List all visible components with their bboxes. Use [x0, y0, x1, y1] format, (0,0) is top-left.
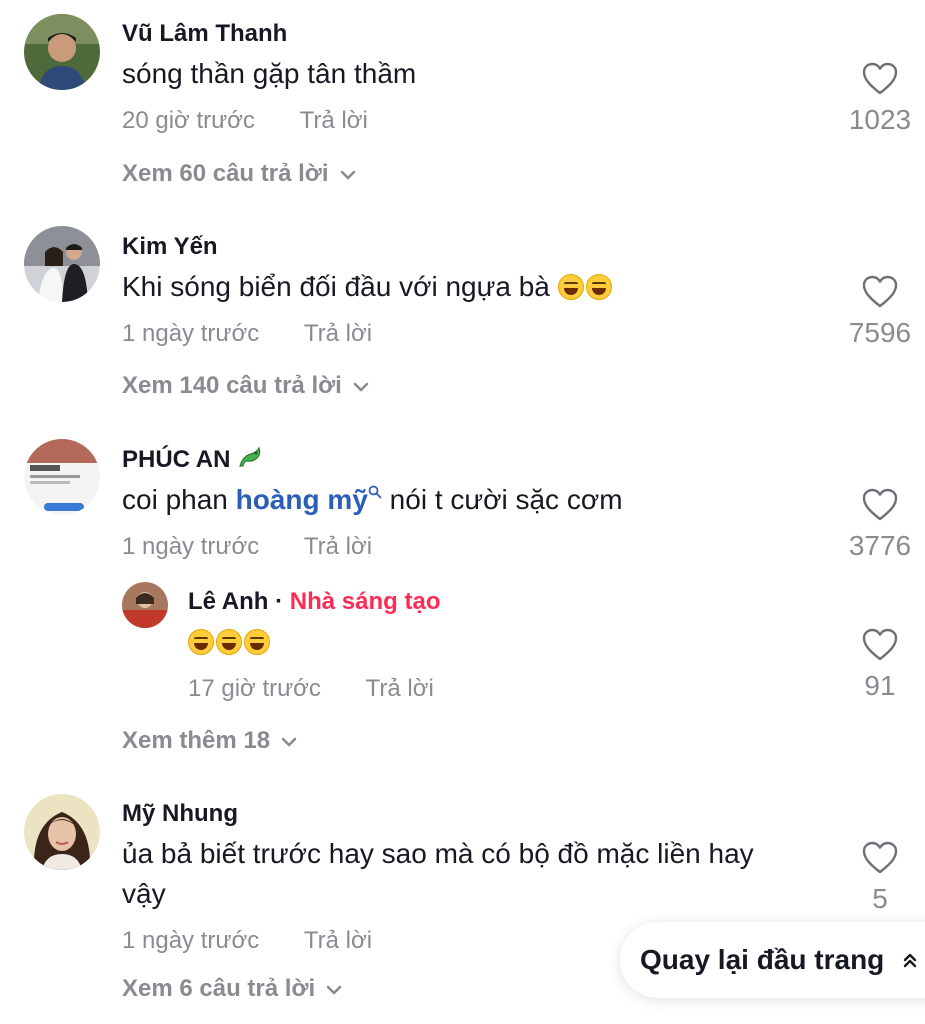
reply-button[interactable]: Trả lời: [300, 107, 368, 134]
chevron-down-icon: [353, 382, 369, 391]
username-text: PHÚC AN: [122, 446, 231, 473]
view-replies-label: Xem 140 câu trả lời: [122, 372, 342, 399]
comment-meta: 1 ngày trước Trả lời: [122, 927, 372, 955]
back-to-top-label: Quay lại đầu trang: [640, 944, 885, 975]
comment-text: sóng thần gặp tân thầm: [122, 58, 417, 89]
avatar[interactable]: [24, 226, 100, 302]
grinning-emoji-icon: [244, 629, 270, 655]
comment-text-line-2: vậy: [122, 878, 166, 909]
view-replies-label: Xem 60 câu trả lời: [122, 160, 329, 187]
heart-icon: [862, 841, 898, 874]
like-button[interactable]: 1023: [835, 62, 925, 136]
comment-meta: 1 ngày trước Trả lời: [122, 533, 372, 561]
grinning-emoji-icon: [188, 629, 214, 655]
comment-text-after: nói t cười sặc cơm: [389, 484, 623, 515]
like-button[interactable]: 5: [835, 841, 925, 915]
like-count: 3776: [848, 530, 912, 561]
avatar[interactable]: [24, 14, 100, 90]
view-replies-label: Xem 6 câu trả lời: [122, 975, 316, 1002]
search-icon: [368, 485, 382, 499]
username[interactable]: Kim Yến: [122, 233, 218, 261]
reply-button[interactable]: Trả lời: [304, 320, 372, 347]
reply-button[interactable]: Trả lời: [304, 533, 372, 560]
view-replies-button[interactable]: Xem 60 câu trả lời: [122, 160, 357, 188]
comment-text-before: coi phan: [122, 484, 228, 515]
double-chevron-up-icon: [904, 953, 917, 968]
heart-icon: [862, 275, 898, 308]
laughing-emoji-icon: [585, 274, 612, 300]
avatar[interactable]: [24, 439, 100, 515]
grinning-emoji-icon: [216, 629, 242, 655]
avatar[interactable]: [24, 794, 100, 870]
reply-text: [188, 622, 272, 662]
comment-time: 20 giờ trước: [122, 107, 255, 134]
view-more-button[interactable]: Xem thêm 18: [122, 727, 298, 755]
reply-button[interactable]: Trả lời: [304, 927, 372, 954]
view-replies-button[interactable]: Xem 6 câu trả lời: [122, 975, 343, 1003]
creator-badge: Nhà sáng tạo: [289, 588, 441, 615]
comment-text: coi phan hoàng mỹ nói t cười sặc cơm: [122, 480, 623, 520]
view-more-label: Xem thêm 18: [122, 727, 271, 754]
username[interactable]: Vũ Lâm Thanh: [122, 20, 287, 48]
comment-text-line-1: ủa bả biết trước hay sao mà có bộ đồ mặc…: [122, 838, 754, 869]
dragon-emoji-icon: [239, 446, 261, 467]
like-button[interactable]: 7596: [835, 275, 925, 349]
reply-avatar[interactable]: [122, 582, 168, 628]
reply-time: 17 giờ trước: [188, 675, 321, 702]
view-replies-button[interactable]: Xem 140 câu trả lời: [122, 372, 370, 400]
like-button[interactable]: 3776: [835, 488, 925, 562]
reply-meta: 17 giờ trước Trả lời: [188, 675, 434, 703]
heart-icon: [862, 628, 898, 661]
like-count: 7596: [848, 317, 912, 348]
mention-link[interactable]: hoàng mỹ: [236, 484, 382, 515]
username[interactable]: PHÚC AN: [122, 446, 263, 474]
comment-time: 1 ngày trước: [122, 533, 260, 560]
laughing-emoji-icon: [557, 274, 584, 300]
like-count: 91: [864, 670, 896, 701]
like-count: 1023: [848, 104, 912, 135]
chevron-down-icon: [281, 737, 297, 746]
comment-time: 1 ngày trước: [122, 927, 260, 954]
separator-dot: ·: [275, 588, 284, 615]
back-to-top-button[interactable]: Quay lại đầu trang: [620, 922, 925, 998]
chevron-down-icon: [326, 985, 342, 994]
heart-icon: [862, 488, 898, 521]
comment-meta: 1 ngày trước Trả lời: [122, 320, 372, 348]
reply-button[interactable]: Trả lời: [366, 675, 434, 702]
chevron-down-icon: [340, 170, 355, 179]
comment-meta: 20 giờ trước Trả lời: [122, 107, 368, 135]
username[interactable]: Mỹ Nhung: [122, 800, 238, 828]
comment-time: 1 ngày trước: [122, 320, 260, 347]
reply-username-row: Lê Anh · Nhà sáng tạo: [188, 588, 440, 616]
comment-text-body: Khi sóng biển đối đầu với ngựa bà: [122, 271, 550, 302]
like-button[interactable]: 91: [835, 628, 925, 702]
comment-text: Khi sóng biển đối đầu với ngựa bà: [122, 267, 614, 307]
reply-username[interactable]: Lê Anh: [188, 588, 268, 615]
like-count: 5: [872, 883, 888, 914]
heart-icon: [862, 62, 898, 95]
mention-text: hoàng mỹ: [235, 484, 368, 515]
